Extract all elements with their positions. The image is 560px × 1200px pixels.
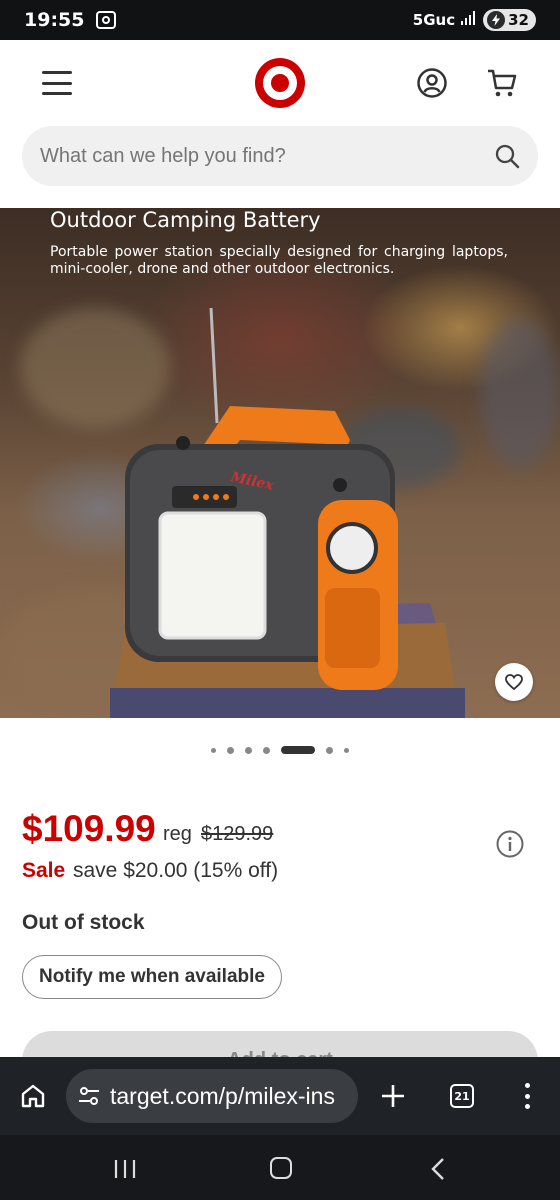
url-text: target.com/p/milex-ins (110, 1082, 335, 1109)
battery-level: 32 (508, 11, 529, 29)
home-icon[interactable] (20, 1083, 46, 1109)
savings-text: save $20.00 (15% off) (73, 859, 279, 882)
battery-indicator: 32 (483, 9, 536, 31)
back-icon[interactable] (428, 1157, 448, 1181)
carousel-indicator[interactable] (0, 744, 560, 756)
favorite-heart-button[interactable] (495, 663, 533, 701)
carousel-dot[interactable] (326, 746, 333, 754)
search-icon[interactable] (494, 143, 520, 169)
more-options-icon[interactable] (522, 1083, 532, 1109)
current-price: $109.99 (22, 808, 156, 849)
info-icon[interactable] (496, 830, 524, 858)
tab-switcher-button[interactable]: 21 (450, 1084, 474, 1108)
target-bullseye-logo[interactable] (254, 57, 306, 109)
regular-price: $129.99 (201, 823, 274, 845)
carousel-dot-active[interactable] (281, 746, 315, 754)
sale-label: Sale (22, 859, 66, 882)
address-bar[interactable]: target.com/p/milex-ins (66, 1069, 358, 1123)
power-station-illustration: Milex (110, 307, 465, 718)
carousel-dot[interactable] (245, 746, 252, 754)
site-settings-icon[interactable] (78, 1085, 100, 1107)
carousel-dot[interactable] (211, 747, 216, 753)
signal-icon (461, 10, 477, 30)
stock-status: Out of stock (22, 911, 145, 934)
regular-price-label: reg (163, 823, 192, 845)
notify-me-button[interactable]: Notify me when available (22, 955, 282, 999)
search-input[interactable] (40, 144, 494, 168)
carousel-dot[interactable] (344, 747, 349, 753)
status-time: 19:55 (24, 9, 85, 31)
network-indicator: 5Guc (412, 11, 456, 29)
site-header (0, 40, 560, 126)
carousel-dot[interactable] (263, 746, 270, 754)
status-right: 5Guc 32 (413, 9, 536, 31)
hamburger-menu-icon[interactable] (42, 71, 72, 95)
account-icon[interactable] (416, 67, 448, 99)
screen: 19:55 5Guc 32 What can we help you find?… (0, 0, 560, 1200)
carousel-dot[interactable] (227, 746, 234, 754)
search-bar[interactable] (22, 126, 538, 186)
status-bar: 19:55 5Guc 32 (0, 0, 560, 40)
system-nav-bar (0, 1135, 560, 1200)
charging-bolt-icon (487, 11, 506, 29)
recent-apps-icon[interactable] (113, 1159, 137, 1179)
home-button-icon[interactable] (270, 1157, 292, 1179)
product-image[interactable]: Outdoor Camping Battery Portable power s… (0, 208, 560, 718)
browser-toolbar: target.com/p/milex-ins 21 (0, 1057, 560, 1135)
screenshot-icon (96, 11, 117, 29)
new-tab-plus-icon[interactable] (380, 1083, 406, 1109)
heart-icon (505, 674, 523, 690)
cart-icon[interactable] (486, 67, 518, 99)
